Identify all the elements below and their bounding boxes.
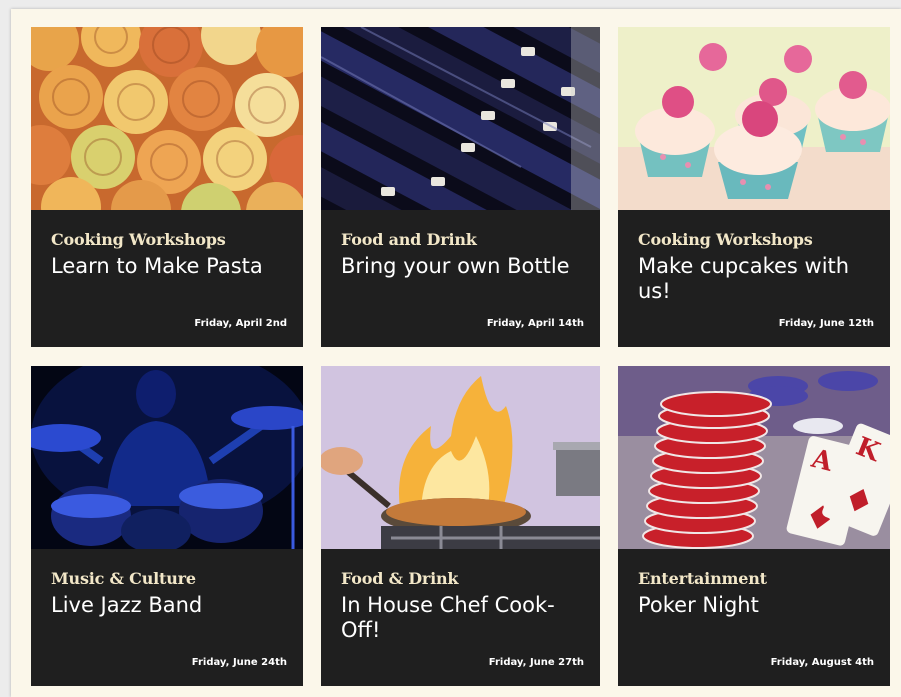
event-card-pasta[interactable]: Cooking Workshops Learn to Make Pasta Fr… [31, 27, 303, 347]
event-card-chef[interactable]: Food & Drink In House Chef Cook-Off! Fri… [321, 366, 600, 686]
event-title[interactable]: Make cupcakes with us! [638, 254, 874, 304]
event-card-cupcakes[interactable]: Cooking Workshops Make cupcakes with us!… [618, 27, 890, 347]
event-title[interactable]: Poker Night [638, 593, 874, 618]
event-category: Cooking Workshops [638, 230, 813, 249]
event-date: Friday, April 14th [486, 318, 584, 329]
event-title[interactable]: Live Jazz Band [51, 593, 287, 618]
wine-bottles-image[interactable] [321, 27, 600, 210]
events-grid: Cooking Workshops Learn to Make Pasta Fr… [11, 9, 901, 697]
pasta-nests-image[interactable] [31, 27, 303, 210]
event-title[interactable]: In House Chef Cook-Off! [341, 593, 577, 643]
event-card-poker[interactable]: A K Entertainment Poker Night Friday, Au… [618, 366, 890, 686]
event-card-body: Music & Culture Live Jazz Band Friday, J… [31, 549, 303, 686]
event-category: Cooking Workshops [51, 230, 226, 249]
event-card-jazz[interactable]: Music & Culture Live Jazz Band Friday, J… [31, 366, 303, 686]
event-card-body: Cooking Workshops Make cupcakes with us!… [618, 210, 890, 347]
poker-chips-cards-image[interactable]: A K [618, 366, 890, 549]
event-date: Friday, June 27th [488, 657, 584, 668]
event-date: Friday, April 2nd [194, 318, 287, 329]
event-date: Friday, June 24th [191, 657, 287, 668]
cupcakes-image[interactable] [618, 27, 890, 210]
event-date: Friday, June 12th [778, 318, 874, 329]
event-card-body: Cooking Workshops Learn to Make Pasta Fr… [31, 210, 303, 347]
event-card-wine[interactable]: Food and Drink Bring your own Bottle Fri… [321, 27, 600, 347]
event-card-body: Food & Drink In House Chef Cook-Off! Fri… [321, 549, 600, 686]
event-title[interactable]: Bring your own Bottle [341, 254, 577, 279]
event-category: Food & Drink [341, 569, 459, 588]
event-card-body: Food and Drink Bring your own Bottle Fri… [321, 210, 600, 347]
event-card-body: Entertainment Poker Night Friday, August… [618, 549, 890, 686]
drummer-image[interactable] [31, 366, 303, 549]
event-date: Friday, August 4th [770, 657, 874, 668]
event-category: Entertainment [638, 569, 767, 588]
event-category: Music & Culture [51, 569, 196, 588]
event-title[interactable]: Learn to Make Pasta [51, 254, 287, 279]
flambe-pan-image[interactable] [321, 366, 600, 549]
event-category: Food and Drink [341, 230, 477, 249]
